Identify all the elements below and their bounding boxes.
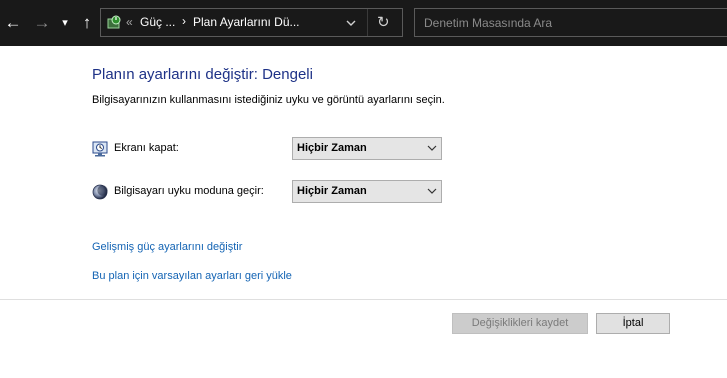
sleep-label: Bilgisayarı uyku moduna geçir:	[114, 185, 264, 197]
monitor-clock-icon	[92, 141, 108, 157]
address-divider	[367, 9, 368, 36]
forward-arrow-icon[interactable]: →	[32, 13, 52, 33]
sleep-moon-icon	[92, 184, 108, 200]
sleep-select[interactable]: Hiçbir Zaman	[292, 180, 442, 203]
display-off-select[interactable]: Hiçbir Zaman	[292, 137, 442, 160]
restore-defaults-link[interactable]: Bu plan için varsayılan ayarları geri yü…	[92, 270, 292, 282]
divider	[0, 299, 727, 300]
breadcrumb-overflow-icon[interactable]: «	[126, 15, 133, 29]
address-dropdown-chevron-icon[interactable]	[344, 16, 358, 30]
search-box[interactable]	[414, 8, 727, 37]
search-input[interactable]	[424, 14, 714, 32]
save-changes-button[interactable]: Değişiklikleri kaydet	[452, 313, 588, 334]
sleep-select-value: Hiçbir Zaman	[297, 185, 367, 197]
display-off-select-value: Hiçbir Zaman	[297, 142, 367, 154]
recent-locations-chevron-icon[interactable]: ▾	[58, 13, 72, 33]
power-options-icon	[107, 15, 121, 29]
navigation-bar: ← → ▾ ↑ « Güç ... › Plan Ayarlarını Dü..…	[0, 0, 727, 46]
back-arrow-icon[interactable]: ←	[3, 13, 23, 33]
breadcrumb-edit-plan-settings[interactable]: Plan Ayarlarını Dü...	[193, 15, 300, 29]
chevron-down-icon	[427, 188, 437, 194]
page-title: Planın ayarlarını değiştir: Dengeli	[92, 66, 313, 83]
breadcrumb-power-options[interactable]: Güç ...	[140, 15, 175, 29]
up-arrow-icon[interactable]: ↑	[77, 13, 97, 33]
address-bar[interactable]: « Güç ... › Plan Ayarlarını Dü... ↻	[100, 8, 403, 37]
cancel-button[interactable]: İptal	[596, 313, 670, 334]
page-subtitle: Bilgisayarınızın kullanmasını istediğini…	[92, 94, 445, 106]
refresh-icon[interactable]: ↻	[377, 13, 390, 31]
chevron-down-icon	[427, 145, 437, 151]
breadcrumb-separator-icon[interactable]: ›	[182, 14, 186, 28]
display-off-label: Ekranı kapat:	[114, 142, 179, 154]
advanced-power-settings-link[interactable]: Gelişmiş güç ayarlarını değiştir	[92, 241, 242, 253]
